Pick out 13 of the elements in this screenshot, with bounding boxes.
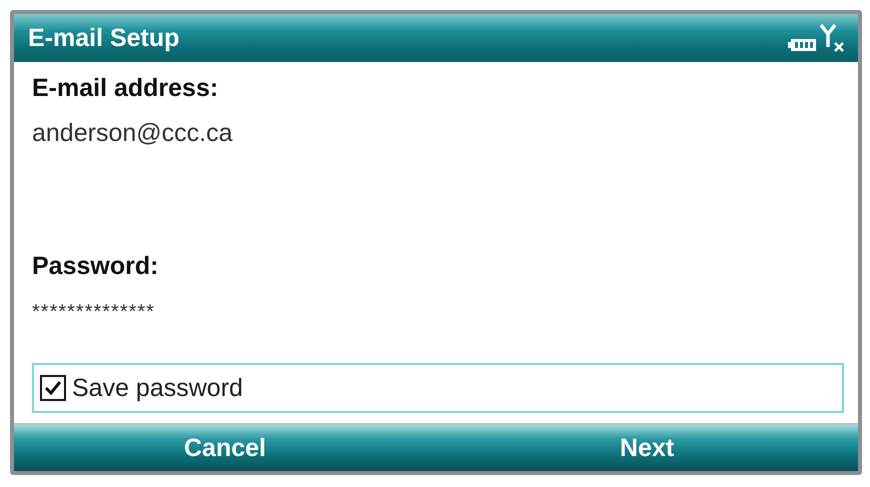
checkbox-label: Save password — [72, 374, 243, 402]
save-password-option[interactable]: Save password — [32, 363, 844, 413]
checkbox[interactable] — [40, 375, 66, 401]
email-value[interactable]: anderson@ccc.ca — [32, 119, 232, 148]
battery-icon — [787, 37, 817, 53]
next-button[interactable]: Next — [436, 425, 858, 471]
cancel-button[interactable]: Cancel — [14, 425, 436, 471]
field-label: E-mail address: — [32, 74, 218, 103]
no-signal-icon — [820, 23, 846, 53]
password-value[interactable]: ************** — [32, 301, 155, 324]
checkmark-icon — [44, 380, 62, 396]
field-label: Password: — [32, 252, 158, 281]
window-title: E-mail Setup — [28, 24, 180, 52]
